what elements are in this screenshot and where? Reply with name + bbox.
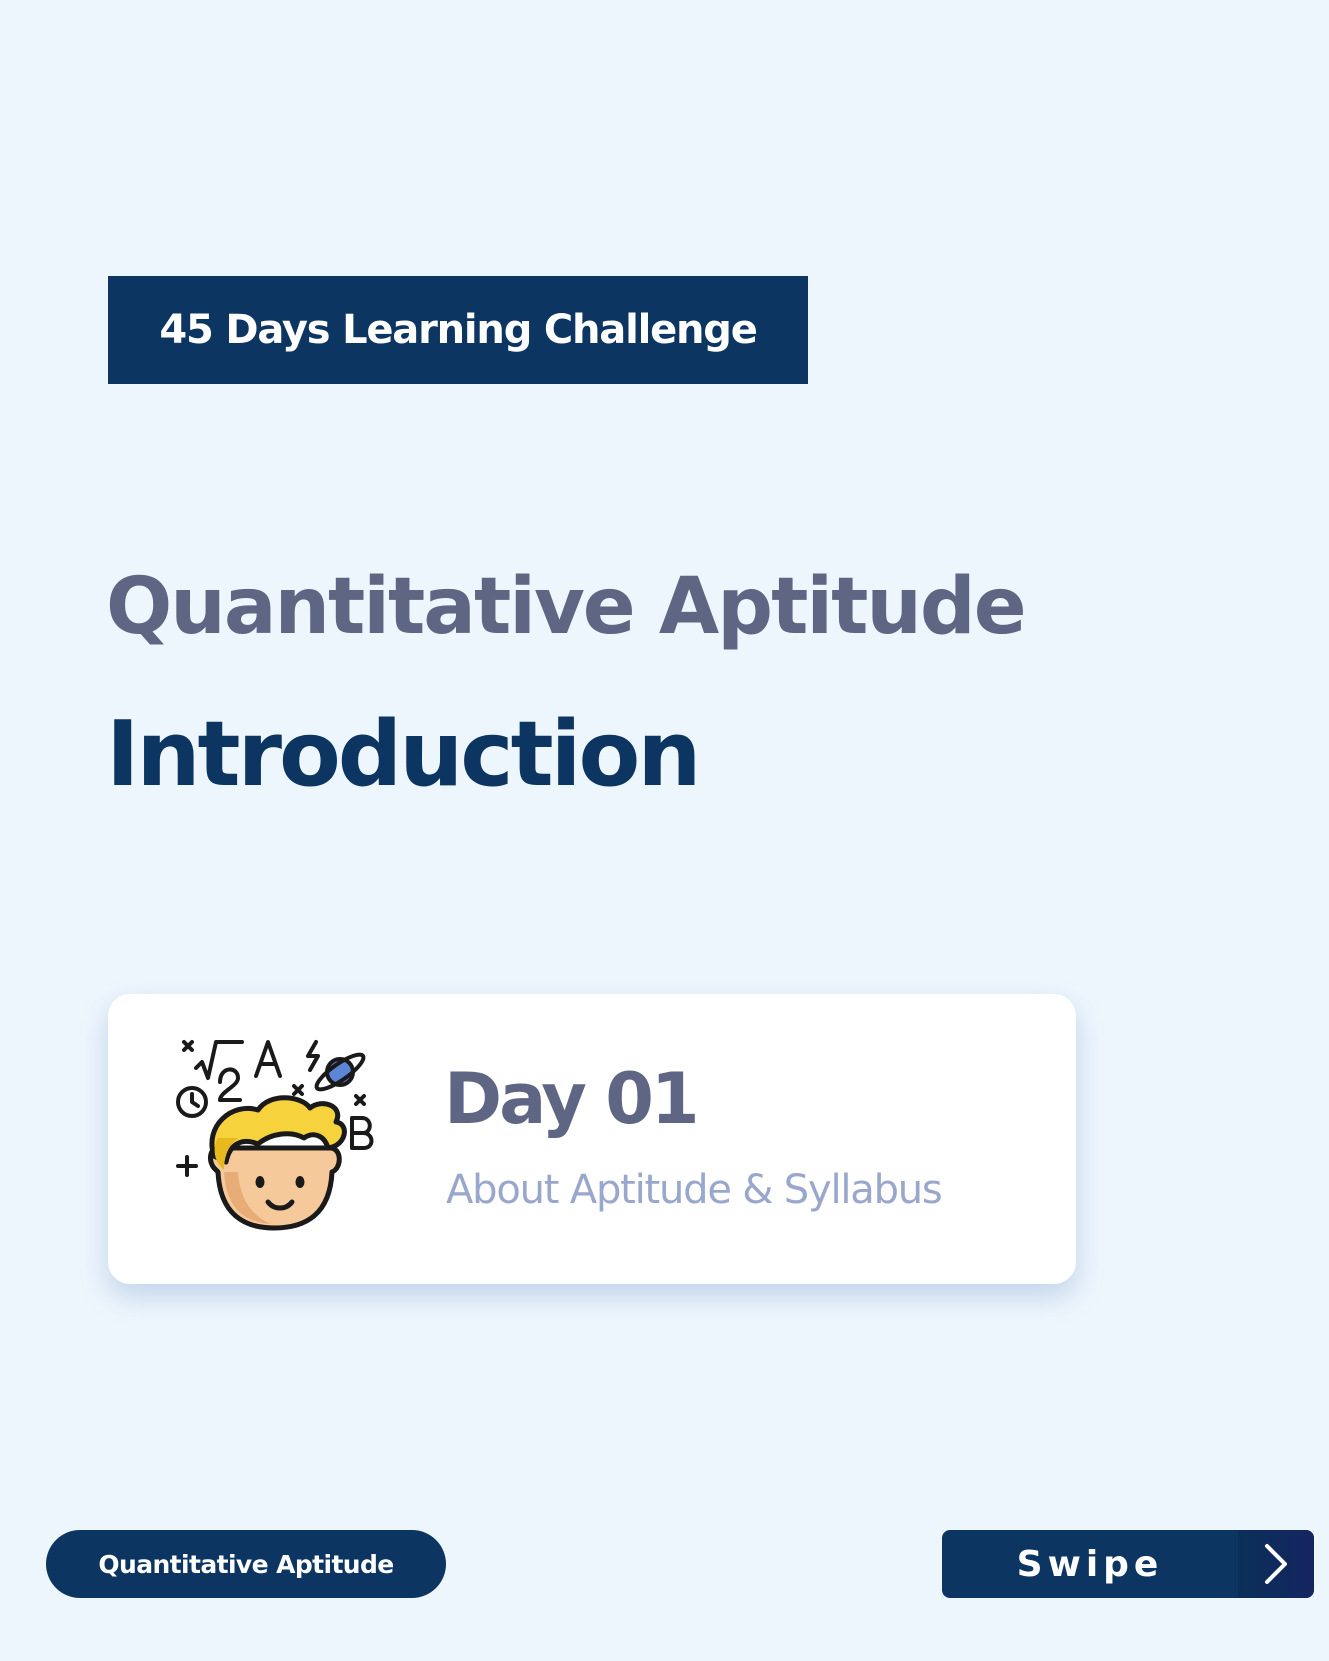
challenge-banner: 45 Days Learning Challenge	[108, 276, 808, 384]
category-pill[interactable]: Quantitative Aptitude	[46, 1530, 446, 1598]
student-thinking-math-icon	[176, 1040, 374, 1231]
topic-title: Introduction	[106, 702, 701, 807]
swipe-button[interactable]: Swipe	[942, 1530, 1314, 1598]
chevron-right-icon	[1265, 1544, 1287, 1584]
swipe-label: Swipe	[1016, 1543, 1164, 1585]
day-card: Day 01 About Aptitude & Syllabus	[108, 994, 1076, 1284]
day-number: Day 01	[444, 1058, 700, 1140]
swipe-arrow-box[interactable]	[1238, 1530, 1314, 1598]
day-subtitle: About Aptitude & Syllabus	[446, 1167, 943, 1213]
subject-title: Quantitative Aptitude	[106, 562, 1027, 652]
